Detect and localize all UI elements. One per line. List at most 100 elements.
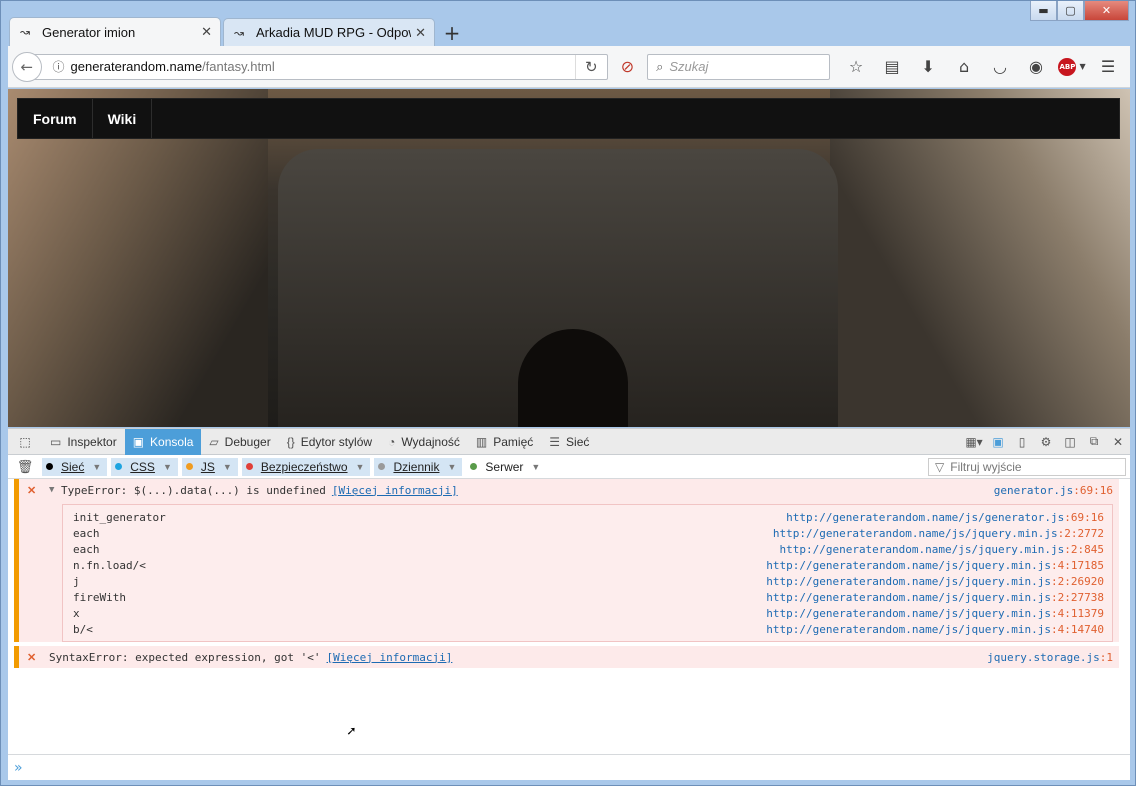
tab-label: Wydajność <box>401 434 460 449</box>
tab-generator-imion[interactable]: ↝ Generator imion ✕ <box>9 17 221 46</box>
filter-net[interactable]: Sieć ▼ <box>42 457 108 476</box>
element-picker-icon[interactable]: ⬚ <box>8 429 42 455</box>
frame-url-link[interactable]: http://generaterandom.name/js/jquery.min… <box>766 559 1104 572</box>
stack-frame: init_generator http://generaterandom.name… <box>73 509 1104 525</box>
tracking-block-icon[interactable]: ⊘ <box>608 57 647 76</box>
frame-url: http://generaterandom.name/js/jquery.min… <box>772 526 1058 540</box>
chevron-down-icon[interactable]: ▼ <box>163 462 172 472</box>
tab-label: Sieć <box>566 434 590 449</box>
console-error-message[interactable]: ✕ SyntaxError: expected expression, got … <box>14 646 1119 668</box>
filter-css[interactable]: CSS ▼ <box>111 457 178 476</box>
tab-close-icon[interactable]: ✕ <box>201 24 212 40</box>
stack-frame: x http://generaterandom.name/js/jquery.mi… <box>73 605 1104 621</box>
tab-style-editor[interactable]: {} Edytor stylów <box>279 429 380 455</box>
reload-icon[interactable]: ↻ <box>574 54 607 79</box>
tab-inspector[interactable]: ▭ Inspektor <box>42 429 125 455</box>
frame-function: init_generator <box>73 510 166 524</box>
filter-js[interactable]: JS ▼ <box>181 457 238 476</box>
window-minimize-icon[interactable]: ▬ <box>1030 1 1057 21</box>
download-icon[interactable]: ⬇ <box>910 52 946 82</box>
filter-label: Dziennik <box>393 459 440 474</box>
settings-gear-icon[interactable]: ⚙ <box>1034 429 1058 455</box>
tab-performance[interactable]: ◔ Wydajność <box>380 429 468 455</box>
home-icon[interactable]: ⌂ <box>946 52 982 82</box>
chevron-down-icon[interactable]: ▼ <box>447 462 456 472</box>
dock-side-icon[interactable]: ◫ <box>1058 429 1082 455</box>
stack-frame: j http://generaterandom.name/js/jquery.mi… <box>73 573 1104 589</box>
tab-console[interactable]: ▣ Konsola <box>124 428 202 455</box>
tab-network[interactable]: ☰ Sieć <box>541 429 597 455</box>
bookmark-star-icon[interactable]: ☆ <box>838 52 874 82</box>
frame-url: http://generaterandom.name/js/jquery.min… <box>779 542 1065 556</box>
frame-url-link[interactable]: http://generaterandom.name/js/jquery.min… <box>766 623 1104 636</box>
frame-url-link[interactable]: http://generaterandom.name/js/generator.… <box>786 511 1104 524</box>
frame-url-link[interactable]: http://generaterandom.name/js/jquery.min… <box>773 527 1104 540</box>
tab-label: Pamięć <box>493 434 534 449</box>
error-location-link[interactable]: generator.js:69:16 <box>994 484 1113 497</box>
frame-url-link[interactable]: http://generaterandom.name/js/jquery.min… <box>779 543 1104 556</box>
error-icon: ✕ <box>27 484 37 497</box>
twisty-icon[interactable]: ▼ <box>49 485 61 495</box>
console-input[interactable]: » <box>8 754 1130 780</box>
window-close-icon[interactable]: ✕ <box>1084 1 1129 21</box>
console-error-message[interactable]: ✕ ▼ TypeError: $(...).data(...) is undef… <box>14 479 1119 642</box>
filter-output-input[interactable]: ▽ Filtruj wyjście <box>928 457 1126 476</box>
undock-icon[interactable]: ⧉ <box>1082 429 1106 455</box>
extension-icon[interactable]: ◉ <box>1018 52 1054 82</box>
back-button[interactable]: ← <box>12 51 42 82</box>
console-icon: ▣ <box>132 434 145 449</box>
frame-pos: :4:14740 <box>1051 622 1104 636</box>
responsive-mode-icon[interactable]: ▯ <box>1010 429 1034 455</box>
new-tab-button[interactable]: + <box>437 20 467 46</box>
url-path: /fantasy.html <box>202 59 275 74</box>
tab-label: Konsola <box>150 434 194 449</box>
chevron-down-icon[interactable]: ▼ <box>223 462 232 472</box>
window-controls: ▬ ▢ ✕ <box>1030 1 1129 21</box>
split-console-icon[interactable]: ▣ <box>986 429 1010 455</box>
chevron-down-icon[interactable]: ▼ <box>356 462 365 472</box>
frame-url-link[interactable]: http://generaterandom.name/js/jquery.min… <box>766 607 1104 620</box>
more-info-link[interactable]: [Więcej informacji] <box>327 651 453 664</box>
filter-logging[interactable]: Dziennik ▼ <box>374 457 463 476</box>
network-icon: ☰ <box>549 434 561 449</box>
site-info-icon[interactable]: ⓘ <box>53 58 71 75</box>
performance-icon: ◔ <box>388 434 396 449</box>
tab-memory[interactable]: ▥ Pamięć <box>468 429 541 455</box>
url-bar[interactable]: ⓘ generaterandom.name/fantasy.html ↻ <box>31 53 608 80</box>
nav-link-wiki[interactable]: Wiki <box>93 99 153 138</box>
frame-url: http://generaterandom.name/js/generator.… <box>786 510 1065 524</box>
chevron-down-icon[interactable]: ▼ <box>531 462 540 472</box>
tab-debugger[interactable]: ▱ Debuger <box>201 429 278 455</box>
net-dot-icon <box>46 463 53 470</box>
stack-frame: each http://generaterandom.name/js/jquery… <box>73 525 1104 541</box>
frame-function: each <box>73 542 100 556</box>
frame-pos: :2:2772 <box>1057 526 1104 540</box>
nav-link-forum[interactable]: Forum <box>18 99 93 138</box>
pocket-icon[interactable]: ◡ <box>982 52 1018 82</box>
window-maximize-icon[interactable]: ▢ <box>1057 1 1084 21</box>
search-input[interactable]: ⌕ Szukaj <box>647 53 831 80</box>
filter-label: JS <box>200 459 215 474</box>
frame-url-link[interactable]: http://generaterandom.name/js/jquery.min… <box>766 575 1104 588</box>
chevron-down-icon[interactable]: ▼ <box>92 462 101 472</box>
search-icon: ⌕ <box>656 58 664 74</box>
mouse-pointer-icon: ➚ <box>347 724 356 740</box>
tab-arkadia[interactable]: ↝ Arkadia MUD RPG - Odpowie ✕ <box>223 18 435 46</box>
frame-url-link[interactable]: http://generaterandom.name/js/jquery.min… <box>766 591 1104 604</box>
filter-placeholder: Filtruj wyjście <box>950 459 1022 474</box>
filter-label: CSS <box>130 459 155 474</box>
tab-close-icon[interactable]: ✕ <box>415 25 426 41</box>
more-info-link[interactable]: [Więcej informacji] <box>332 484 458 497</box>
frame-picker-icon[interactable]: ▦▾ <box>962 429 986 455</box>
adblock-button[interactable]: ABP ▼ <box>1054 52 1090 82</box>
stack-frame: fireWith http://generaterandom.name/js/jq… <box>73 589 1104 605</box>
menu-icon[interactable]: ☰ <box>1090 52 1126 82</box>
reading-list-icon[interactable]: ▤ <box>874 52 910 82</box>
devtools-close-icon[interactable]: ✕ <box>1106 429 1130 455</box>
filter-server[interactable]: Serwer ▼ <box>466 458 546 476</box>
clear-console-icon[interactable]: 🗑 <box>8 459 42 475</box>
filter-security[interactable]: Bezpieczeństwo ▼ <box>241 457 371 476</box>
error-location-link[interactable]: jquery.storage.js:1 <box>987 651 1113 664</box>
devtools-actions: ▦▾ ▣ ▯ ⚙ ◫ ⧉ ✕ <box>962 429 1130 455</box>
navigation-toolbar: ← ⓘ generaterandom.name/fantasy.html ↻ ⊘… <box>8 46 1130 88</box>
